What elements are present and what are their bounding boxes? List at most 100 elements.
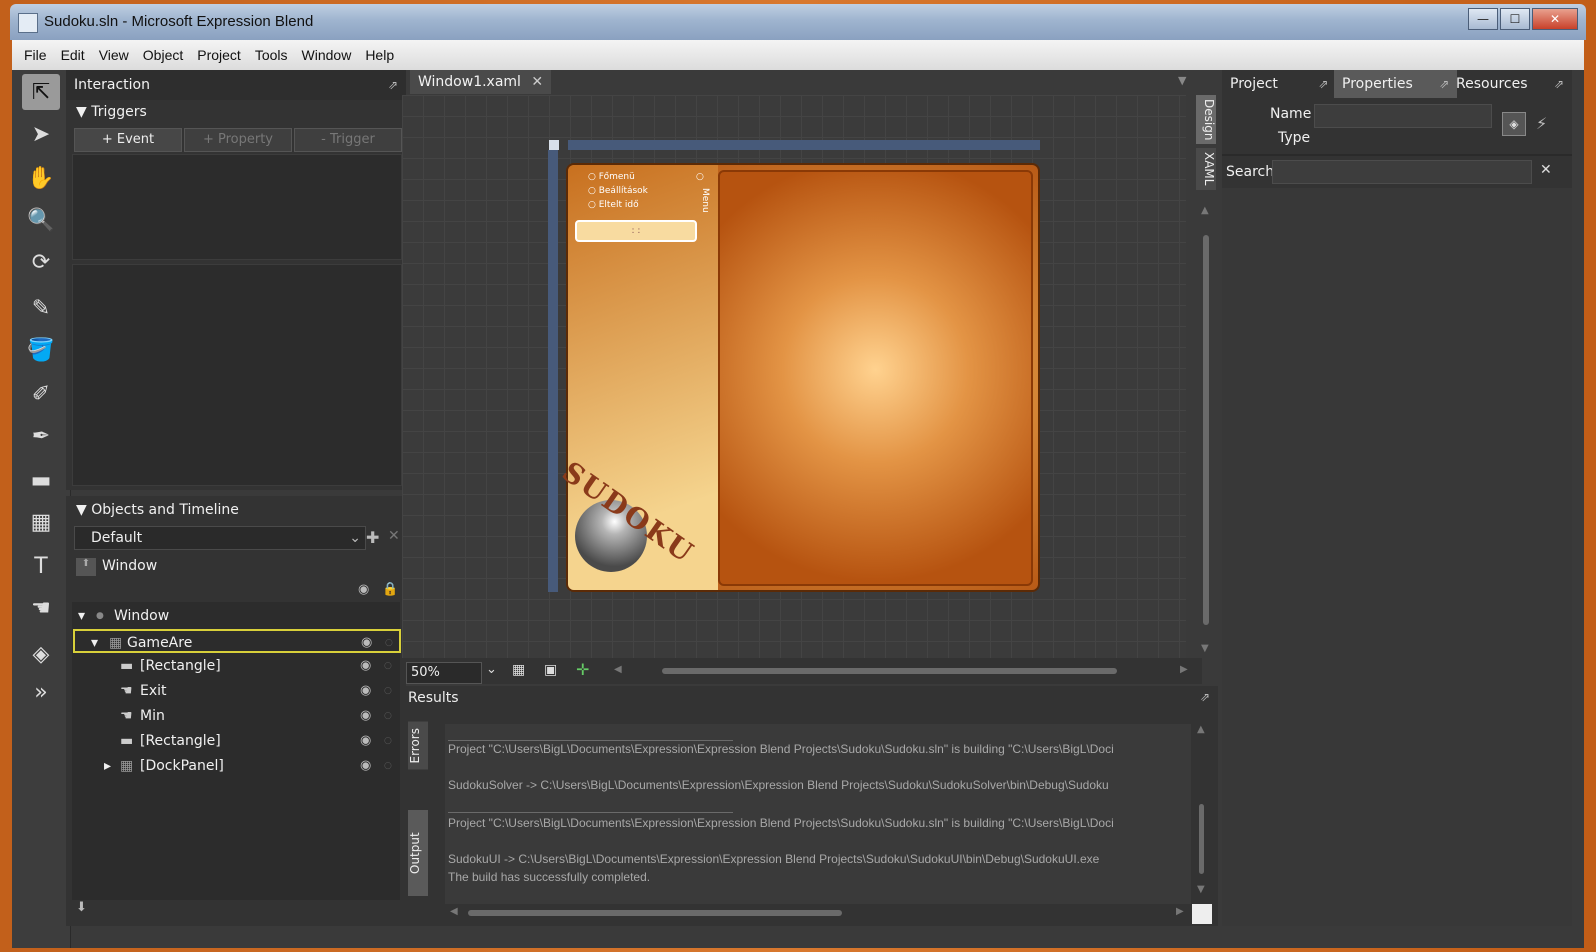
chevron-down-icon[interactable]: ⌄ [486,662,497,677]
objects-header[interactable]: ▼ Objects and Timeline [76,502,239,518]
triggers-header[interactable]: ▼ Triggers [76,104,147,120]
camera-orbit-tool-icon[interactable]: ⟳ [22,244,60,280]
menu-radio-icon[interactable]: ○ [696,172,704,182]
show-grid-icon[interactable]: ▦ [512,662,525,678]
grid-ruler-horizontal[interactable] [568,140,1040,150]
name-field[interactable] [1314,104,1492,128]
lock-dot-icon[interactable]: ○ [384,654,392,678]
expand-arrow-icon[interactable]: ▾ [91,631,98,655]
popout-icon[interactable]: ⇗ [388,78,398,92]
lock-icon[interactable]: 🔒 [382,582,398,597]
menu-window[interactable]: Window [302,47,352,63]
popout-icon[interactable]: ⇗ [1554,77,1564,91]
scroll-up-icon[interactable]: ▲ [1201,205,1209,216]
pen-tool-icon[interactable]: ✒ [22,418,60,454]
scroll-left-icon[interactable]: ◀ [614,664,622,675]
expand-arrow-icon[interactable]: ▸ [104,754,111,778]
rectangle-tool-icon[interactable]: ▬ [22,462,60,498]
add-storyboard-icon[interactable]: ✚ [366,528,379,547]
tree-node-window[interactable]: ▾ ● Window [66,604,396,628]
eye-icon[interactable]: ◉ [360,754,371,778]
eyedropper-tool-icon[interactable]: ✎ [22,290,60,326]
close-button[interactable]: ✕ [1532,8,1578,30]
arrow-down-icon[interactable]: ⬇ [76,900,87,915]
eye-icon[interactable]: ◉ [358,582,369,597]
scroll-up-icon[interactable]: ▲ [1197,724,1205,735]
minimize-button[interactable]: — [1468,8,1498,30]
tree-node-exit[interactable]: ☚ Exit ◉ ○ [66,679,396,703]
menu-view[interactable]: View [99,47,129,63]
asset-tool-icon[interactable]: ◈ [22,636,60,672]
lock-dot-icon[interactable]: ○ [384,729,392,753]
add-property-button[interactable]: + Property [184,128,292,152]
scroll-thumb[interactable] [468,910,842,916]
menu-file[interactable]: File [24,47,47,63]
tab-project[interactable]: Project ⇗ [1222,70,1336,98]
remove-trigger-button[interactable]: - Trigger [294,128,402,152]
grid-mode-toggle[interactable] [549,140,559,150]
eye-icon[interactable]: ◉ [361,631,372,655]
menu-entry-main[interactable]: ○ Főmenü [588,172,635,182]
menu-project[interactable]: Project [197,47,241,63]
lock-dot-icon[interactable]: ○ [384,679,392,703]
tab-design[interactable]: Design [1196,95,1216,145]
scroll-left-icon[interactable]: ◀ [450,906,458,917]
snap-to-grid-icon[interactable]: ▣ [544,662,557,678]
expand-arrow-icon[interactable]: ▾ [78,604,85,628]
pan-tool-icon[interactable]: ✋ [22,160,60,196]
tab-errors[interactable]: Errors [408,722,428,770]
tree-node-rectangle-2[interactable]: ▬ [Rectangle] ◉ ○ [66,729,396,753]
tab-output[interactable]: Output [408,809,428,896]
popout-icon[interactable]: ⇗ [1318,77,1328,91]
scope-up-icon[interactable]: ⬆ [76,558,96,576]
paint-bucket-tool-icon[interactable]: 🪣 [22,332,60,368]
lock-dot-icon[interactable]: ○ [384,704,392,728]
search-input[interactable] [1272,160,1532,184]
tab-properties[interactable]: Properties ⇗ [1334,70,1458,98]
tree-node-dockpanel[interactable]: ▸ ▦ [DockPanel] ◉ ○ [66,754,396,778]
tree-node-rectangle-1[interactable]: ▬ [Rectangle] ◉ ○ [66,654,396,678]
eye-icon[interactable]: ◉ [360,654,371,678]
selection-tool-icon[interactable]: ⇱ [22,74,60,110]
brush-transform-tool-icon[interactable]: ✐ [22,376,60,412]
canvas-horizontal-scrollbar[interactable] [662,668,1117,674]
grid-tool-icon[interactable]: ▦ [22,504,60,540]
close-storyboard-icon[interactable]: ✕ [388,528,400,544]
add-event-button[interactable]: + Event [74,128,182,152]
scroll-down-icon[interactable]: ▼ [1201,643,1209,654]
tab-xaml[interactable]: XAML [1196,148,1216,190]
storyboard-dropdown[interactable]: Default ⌄ [74,526,366,550]
tab-resources[interactable]: Resources ⇗ [1448,70,1572,98]
zoom-tool-icon[interactable]: 🔍 [22,202,60,238]
scroll-right-icon[interactable]: ▶ [1180,664,1188,675]
maximize-button[interactable]: ☐ [1500,8,1530,30]
tree-node-gameare[interactable]: ▾ ▦ GameAre ◉ ○ [73,629,401,653]
close-tab-icon[interactable]: ✕ [531,74,543,90]
popout-icon[interactable]: ⇗ [1200,690,1210,704]
eye-icon[interactable]: ◉ [360,729,371,753]
scroll-right-icon[interactable]: ▶ [1176,906,1184,917]
document-tab[interactable]: Window1.xaml ✕ [410,70,552,94]
canvas-vertical-scrollbar[interactable]: ▲ ▼ [1198,205,1214,655]
scroll-thumb[interactable] [1203,235,1209,625]
snap-to-snaplines-icon[interactable]: ✛ [576,660,589,679]
eye-icon[interactable]: ◉ [360,704,371,728]
events-icon[interactable]: ⚡ [1536,114,1547,133]
zoom-dropdown[interactable]: 50% [406,662,482,684]
direct-selection-tool-icon[interactable]: ➤ [22,116,60,152]
game-area[interactable] [718,170,1033,586]
output-vertical-scrollbar[interactable]: ▲ ▼ [1196,724,1208,904]
button-control-tool-icon[interactable]: ☚ [22,590,60,626]
properties-events-toggle[interactable]: ◈ [1502,112,1526,136]
text-tool-icon[interactable]: T [22,548,60,584]
lock-dot-icon[interactable]: ○ [384,754,392,778]
output-horizontal-scrollbar[interactable]: ◀ ▶ [450,906,1190,920]
clear-search-icon[interactable]: ✕ [1540,162,1552,178]
lock-dot-icon[interactable]: ○ [385,631,393,655]
tab-dropdown-icon[interactable]: ▼ [1178,74,1186,87]
eye-icon[interactable]: ◉ [360,679,371,703]
menu-edit[interactable]: Edit [61,47,85,63]
tree-node-min[interactable]: ☚ Min ◉ ○ [66,704,396,728]
menu-object[interactable]: Object [143,47,183,63]
scroll-thumb[interactable] [1199,804,1204,874]
